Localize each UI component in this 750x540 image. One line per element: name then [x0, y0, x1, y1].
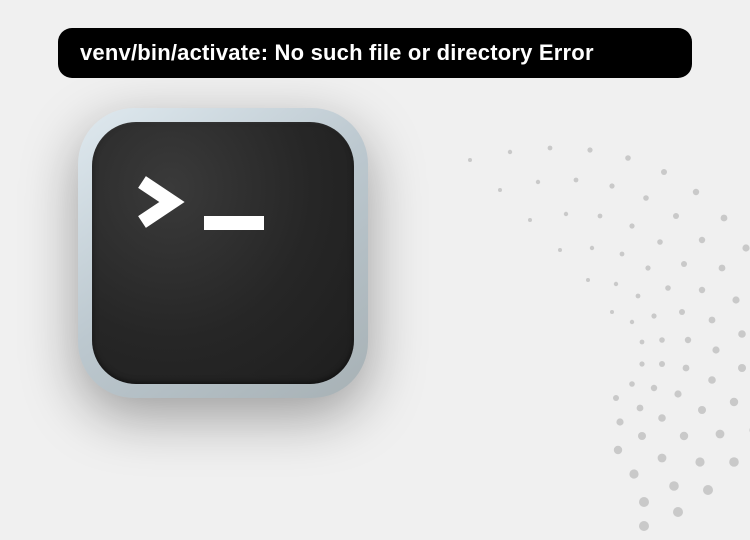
- terminal-icon-frame: [78, 108, 368, 398]
- cursor-underscore-icon: [204, 216, 264, 230]
- chevron-right-icon: [134, 174, 190, 230]
- terminal-prompt-glyph: [134, 174, 264, 230]
- terminal-icon-screen: [92, 122, 354, 384]
- terminal-app-icon: [78, 108, 368, 398]
- page-title-text: venv/bin/activate: No such file or direc…: [80, 40, 594, 65]
- page-title-badge: venv/bin/activate: No such file or direc…: [58, 28, 692, 78]
- decorative-dot-swirl: [370, 120, 750, 540]
